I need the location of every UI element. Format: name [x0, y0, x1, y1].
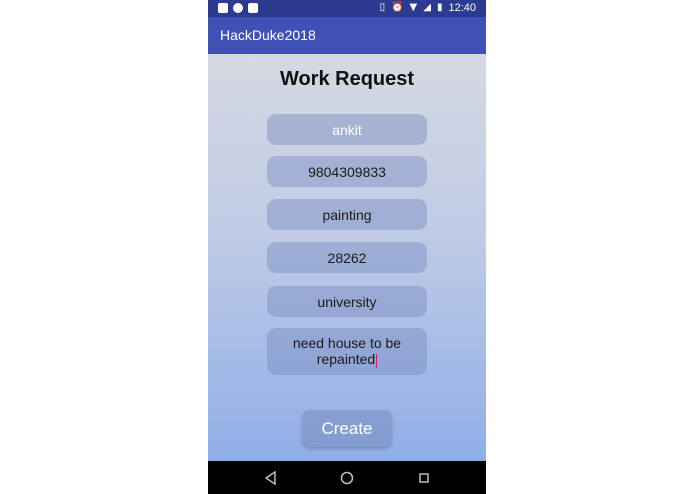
app-bar: HackDuke2018 — [208, 17, 486, 54]
vibrate-icon: ▯ — [379, 2, 386, 13]
description-field-value: need house to be repainted — [292, 335, 402, 368]
create-button[interactable]: Create — [302, 410, 392, 447]
back-icon[interactable] — [261, 468, 281, 488]
location-field[interactable]: university — [267, 286, 427, 317]
phone-field-value: 9804309833 — [308, 163, 386, 180]
alarm-icon: ⏰ — [391, 2, 404, 13]
name-field[interactable]: ankit — [267, 114, 427, 145]
image-icon — [248, 3, 258, 13]
service-field[interactable]: painting — [267, 199, 427, 230]
service-field-value: painting — [322, 206, 372, 223]
facebook-icon — [218, 3, 228, 13]
status-time: 12:40 — [448, 2, 476, 14]
signal-icon: ◢ — [423, 2, 431, 13]
status-bar: ▯ ⏰ ▼ ◢ ▮ 12:40 — [208, 0, 486, 17]
name-field-value: ankit — [332, 121, 362, 138]
navigation-bar — [208, 461, 486, 494]
zipcode-field[interactable]: 28262 — [267, 242, 427, 273]
app-title: HackDuke2018 — [220, 27, 316, 43]
phone-field[interactable]: 9804309833 — [267, 156, 427, 187]
home-icon[interactable] — [337, 468, 357, 488]
battery-icon: ▮ — [436, 2, 443, 13]
location-field-value: university — [317, 293, 377, 310]
form-area: Work Request ankit 9804309833 painting 2… — [208, 54, 486, 461]
text-cursor — [376, 353, 378, 368]
phone-screen: ▯ ⏰ ▼ ◢ ▮ 12:40 HackDuke2018 Work Reques… — [208, 0, 486, 494]
chat-icon — [233, 3, 243, 13]
wifi-icon: ▼ — [409, 2, 418, 13]
recents-icon[interactable] — [414, 468, 434, 488]
zipcode-field-value: 28262 — [327, 249, 367, 266]
description-field[interactable]: need house to be repainted — [267, 328, 427, 375]
page-title: Work Request — [279, 68, 415, 90]
